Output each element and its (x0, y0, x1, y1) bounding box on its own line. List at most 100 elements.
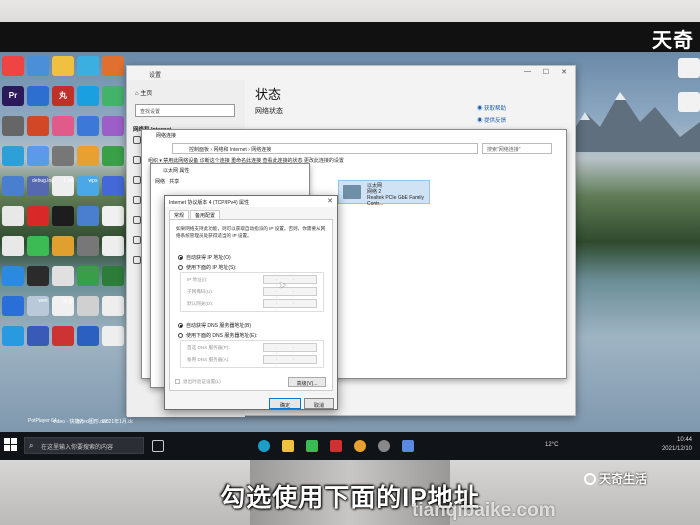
desktop-app-icon[interactable] (2, 176, 24, 196)
desktop-app-icon[interactable] (77, 116, 99, 136)
find-setting-input[interactable]: 查找设置 (135, 104, 235, 117)
desktop-app-icon[interactable] (27, 266, 49, 286)
ethernet-nav-icon[interactable] (133, 156, 141, 164)
home-label: 主页 (140, 91, 153, 97)
ethernet-adapter-item[interactable]: 以太网 网络 2 Realtek PCIe GbE Family Contr..… (338, 180, 430, 207)
edge-icon[interactable] (258, 440, 270, 452)
desktop-app-icon[interactable] (77, 206, 99, 226)
desktop-file-icon[interactable] (678, 58, 700, 78)
airplane-nav-icon[interactable] (133, 216, 141, 224)
proxy-nav-icon[interactable] (133, 256, 141, 264)
taskbar-search-input[interactable]: ⌕ 在这里输入你要搜索的内容 (24, 437, 144, 454)
desktop-app-icon[interactable] (52, 56, 74, 76)
desktop-app-icon[interactable] (27, 86, 49, 106)
desktop-app-icon[interactable] (52, 146, 74, 166)
brand-logo-bottom: 天奇生活 (584, 470, 647, 487)
subnet-mask-input[interactable]: . . . (263, 287, 317, 300)
cancel-button[interactable]: 取消 (304, 398, 334, 409)
settings-titlebar: 设置 — ☐ ✕ (127, 66, 575, 80)
desktop-app-icon[interactable] (2, 266, 24, 286)
network-taskbar-icon[interactable] (402, 440, 414, 452)
explorer-icon[interactable] (282, 440, 294, 452)
search-connections-input[interactable]: 搜索"网络连接" (482, 143, 552, 154)
desktop-app-icon[interactable] (102, 86, 124, 106)
network-status-heading: 网络状态 (255, 108, 283, 115)
desktop-app-icon[interactable] (77, 86, 99, 106)
manual-dns-radio[interactable]: 使用下面的 DNS 服务器地址(E): (178, 332, 257, 339)
wps-icon[interactable] (330, 440, 342, 452)
desktop-app-icon[interactable] (27, 116, 49, 136)
feedback-link[interactable]: ◉ 提供反馈 (477, 116, 506, 124)
address-bar[interactable]: 控制面板 › 网络和 Internet › 网络连接 (172, 143, 478, 154)
desktop-app-icon[interactable] (2, 206, 24, 226)
desktop-app-icon[interactable] (27, 146, 49, 166)
desktop-app-icon[interactable] (2, 146, 24, 166)
vpn-nav-icon[interactable] (133, 196, 141, 204)
manual-ip-radio[interactable]: 使用下面的 IP 地址(S): (178, 264, 236, 271)
desktop-app-icon[interactable] (2, 236, 24, 256)
desktop-app-icon[interactable] (2, 296, 24, 316)
desktop-app-icon[interactable] (102, 206, 124, 226)
status-nav-icon[interactable] (133, 136, 141, 144)
ok-button[interactable]: 确定 (269, 398, 301, 409)
clock[interactable]: 10:44 2021/12/10 (662, 436, 692, 454)
ipv4-properties-dialog: Internet 协议版本 4 (TCP/IPv4) 属性 ✕ 常规 备用配置 如… (164, 195, 338, 410)
auto-ip-radio[interactable]: 自动获得 IP 地址(O) (178, 254, 231, 261)
taskview-icon[interactable] (152, 440, 164, 452)
desktop-app-icon[interactable] (52, 236, 74, 256)
browser-icon[interactable] (354, 440, 366, 452)
advanced-button[interactable]: 高级(V)... (288, 377, 326, 387)
tab-sharing[interactable]: 共享 (169, 179, 179, 185)
desktop-app-icon[interactable] (52, 326, 74, 346)
taskbar-search-placeholder: 在这里输入你要搜索的内容 (41, 445, 114, 451)
desktop-app-icon[interactable] (102, 236, 124, 256)
windows-start-icon[interactable] (4, 438, 18, 452)
desktop-app-icon[interactable] (102, 56, 124, 76)
wechat-icon[interactable] (306, 440, 318, 452)
ethprops-tabs: 网络 共享 (155, 178, 179, 185)
desktop-app-icon[interactable] (2, 116, 24, 136)
close-icon[interactable]: ✕ (327, 197, 333, 205)
desktop-app-icon[interactable] (52, 116, 74, 136)
tab-network[interactable]: 网络 (155, 179, 165, 185)
desktop-app-icon[interactable] (77, 146, 99, 166)
get-help-link[interactable]: ◉ 获取帮助 (477, 104, 506, 112)
minimize-icon[interactable]: — (524, 68, 531, 75)
desktop-app-icon[interactable] (102, 146, 124, 166)
desktop-app-icon[interactable] (102, 296, 124, 316)
desktop-app-icon[interactable] (52, 266, 74, 286)
desktop-app-icon[interactable] (2, 56, 24, 76)
settings-gear-icon[interactable] (378, 440, 390, 452)
maximize-icon[interactable]: ☐ (543, 68, 549, 76)
desktop-app-icon[interactable] (77, 236, 99, 256)
dns-fields-group: 首选 DNS 服务器(P): . . . 备用 DNS 服务器(A): . . … (180, 340, 324, 368)
desktop-app-icon[interactable] (27, 326, 49, 346)
desktop-app-icon[interactable] (27, 56, 49, 76)
desktop-app-icon[interactable]: Pr (2, 86, 24, 106)
home-link[interactable]: ⌂ 主页 (135, 88, 152, 97)
desktop-app-icon[interactable] (77, 266, 99, 286)
auto-dns-radio[interactable]: 自动获得 DNS 服务器地址(B) (178, 322, 251, 329)
ip-address-input[interactable]: . . . (263, 275, 317, 288)
desktop-app-icon[interactable] (27, 236, 49, 256)
dialup-nav-icon[interactable] (133, 176, 141, 184)
desktop-app-icon[interactable] (2, 326, 24, 346)
desktop-file-icon[interactable] (678, 92, 700, 112)
gateway-input[interactable]: . . . (263, 299, 317, 312)
desktop-app-icon[interactable] (52, 206, 74, 226)
desktop-app-icon[interactable] (77, 326, 99, 346)
desktop-app-icon[interactable] (27, 206, 49, 226)
weather-temp[interactable]: 12°C (545, 442, 558, 448)
desktop-app-icon[interactable] (102, 266, 124, 286)
hotspot-nav-icon[interactable] (133, 236, 141, 244)
preferred-dns-input[interactable]: . . . (263, 343, 317, 356)
desktop-app-icon[interactable] (102, 116, 124, 136)
alternate-dns-input[interactable]: . . . (263, 355, 317, 368)
close-icon[interactable]: ✕ (561, 68, 567, 76)
auto-ip-label: 自动获得 IP 地址(O) (186, 255, 231, 261)
desktop-app-icon[interactable] (77, 56, 99, 76)
desktop-app-icon[interactable] (102, 326, 124, 346)
desktop-app-icon[interactable]: 丸 (52, 86, 74, 106)
validate-on-exit-checkbox[interactable]: 退出时验证设置(L) (175, 379, 221, 385)
search-icon: ⌕ (29, 441, 34, 450)
